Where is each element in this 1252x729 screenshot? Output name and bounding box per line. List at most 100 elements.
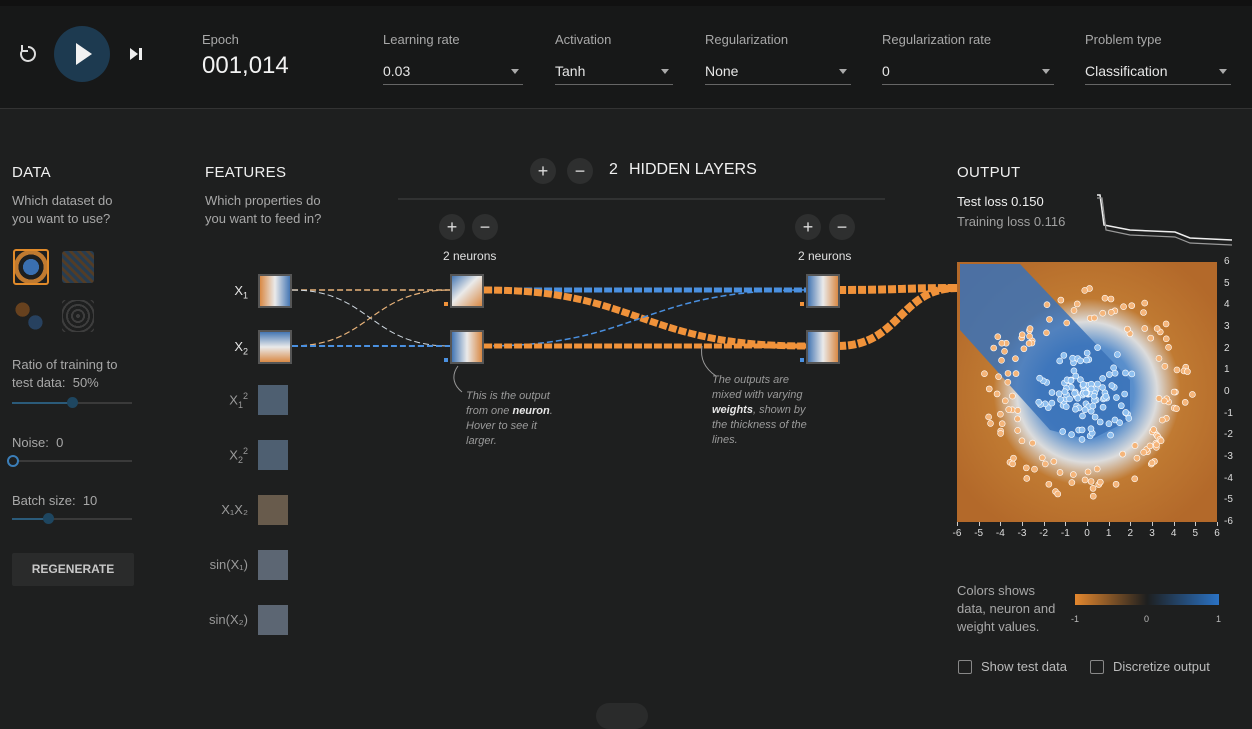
activation-select[interactable]: Tanh bbox=[555, 58, 673, 85]
regularization-rate-select[interactable]: 0 bbox=[882, 58, 1054, 85]
link-n1-m2 bbox=[483, 286, 807, 350]
scroll-hint[interactable] bbox=[596, 703, 648, 729]
data-point-blue bbox=[1043, 379, 1051, 386]
data-point-orange bbox=[1041, 460, 1049, 468]
x-tick-label: -1 bbox=[1060, 528, 1070, 539]
data-point-blue bbox=[1087, 407, 1095, 415]
data-point-orange bbox=[1152, 439, 1160, 447]
dataset-spiral[interactable] bbox=[62, 300, 94, 332]
note-arrow-neuron bbox=[453, 365, 463, 393]
data-point-orange bbox=[1050, 458, 1058, 465]
show-test-data-checkbox[interactable] bbox=[958, 660, 972, 674]
y-tick-label: -2 bbox=[1224, 429, 1233, 441]
dataset-gaussian[interactable] bbox=[13, 300, 45, 332]
batch-slider-knob[interactable] bbox=[43, 513, 54, 524]
problem-type-select[interactable]: Classification bbox=[1085, 58, 1231, 85]
hidden-layers-count: 2 bbox=[609, 161, 618, 178]
bias-l1-1 bbox=[444, 302, 448, 306]
data-point-blue bbox=[1094, 344, 1101, 351]
ratio-slider[interactable] bbox=[12, 397, 132, 408]
data-point-blue bbox=[1061, 388, 1069, 395]
data-point-blue bbox=[1121, 390, 1128, 398]
chevron-down-icon bbox=[839, 69, 847, 74]
remove-layer-button[interactable]: − bbox=[567, 158, 593, 184]
data-point-orange bbox=[1128, 302, 1136, 309]
y-tick-label: 1 bbox=[1224, 364, 1230, 376]
add-neuron-layer2-button[interactable]: + bbox=[795, 214, 821, 240]
data-point-blue bbox=[1096, 418, 1104, 426]
data-point-blue bbox=[1092, 396, 1100, 404]
chevron-down-icon bbox=[1219, 69, 1227, 74]
add-neuron-layer1-button[interactable]: + bbox=[439, 214, 465, 240]
data-point-orange bbox=[1093, 465, 1101, 473]
batch-label: Batch size: 10 bbox=[12, 493, 98, 508]
data-point-blue bbox=[1079, 391, 1086, 399]
dataset-circle[interactable] bbox=[13, 249, 49, 285]
discretize-output-label[interactable]: Discretize output bbox=[1113, 659, 1210, 674]
ratio-slider-knob[interactable] bbox=[67, 397, 78, 408]
data-point-blue bbox=[1082, 400, 1090, 408]
color-legend-bar bbox=[1075, 594, 1219, 605]
data-point-orange bbox=[1028, 337, 1036, 345]
x-tick-mark bbox=[1130, 522, 1132, 526]
output-decision-band bbox=[960, 264, 1130, 440]
y-tick-label: 4 bbox=[1224, 299, 1230, 311]
data-point-blue bbox=[1039, 377, 1047, 385]
data-point-orange bbox=[1026, 332, 1033, 340]
feature-label: X12 bbox=[229, 391, 248, 410]
bias-l2-1 bbox=[800, 302, 804, 306]
remove-neuron-layer1-button[interactable]: − bbox=[472, 214, 498, 240]
data-point-blue bbox=[1108, 382, 1116, 389]
data-point-blue bbox=[1037, 401, 1044, 408]
discretize-output-checkbox[interactable] bbox=[1090, 660, 1104, 674]
x-tick-mark bbox=[1065, 522, 1067, 526]
remove-neuron-layer2-button[interactable]: − bbox=[829, 214, 855, 240]
features-title: FEATURES bbox=[205, 164, 287, 181]
noise-slider[interactable] bbox=[7, 455, 132, 467]
x-tick-mark bbox=[1022, 522, 1023, 526]
data-point-blue bbox=[1084, 390, 1092, 398]
data-point-orange bbox=[1028, 339, 1036, 347]
learning-rate-select[interactable]: 0.03 bbox=[383, 58, 523, 85]
color-legend-text: Colors shows data, neuron and weight val… bbox=[957, 583, 1056, 634]
step-button[interactable] bbox=[126, 44, 146, 64]
data-point-orange bbox=[1162, 335, 1170, 343]
data-point-blue bbox=[1072, 372, 1080, 380]
x-tick-mark bbox=[1152, 522, 1153, 526]
batch-slider[interactable] bbox=[12, 513, 132, 524]
data-point-blue bbox=[1066, 377, 1073, 385]
feature-sinx1-node bbox=[258, 550, 288, 580]
data-point-orange bbox=[987, 420, 994, 427]
regenerate-button[interactable]: REGENERATE bbox=[12, 553, 134, 586]
data-point-blue bbox=[1105, 371, 1113, 378]
y-tick-label: 2 bbox=[1224, 342, 1230, 354]
data-point-orange bbox=[998, 339, 1006, 347]
data-point-blue bbox=[1122, 409, 1130, 416]
data-point-orange bbox=[1025, 340, 1033, 347]
add-layer-button[interactable]: + bbox=[530, 158, 556, 184]
data-point-orange bbox=[1087, 478, 1095, 485]
feature-sinx2-node bbox=[258, 605, 288, 635]
dataset-xor[interactable] bbox=[62, 251, 94, 283]
data-point-blue bbox=[1055, 390, 1063, 397]
noise-slider-knob[interactable] bbox=[7, 455, 19, 467]
reset-button[interactable] bbox=[16, 42, 42, 68]
regularization-select[interactable]: None bbox=[705, 58, 851, 85]
data-point-blue bbox=[1078, 436, 1086, 443]
feature-label: X₁X₂ bbox=[221, 502, 248, 517]
data-point-orange bbox=[1031, 465, 1038, 473]
data-point-blue bbox=[1079, 381, 1087, 389]
data-point-blue bbox=[1083, 356, 1090, 364]
data-point-orange bbox=[1182, 363, 1190, 371]
play-button[interactable] bbox=[54, 26, 110, 82]
data-point-blue bbox=[1083, 389, 1090, 397]
top-bar: Epoch 001,014 Learning rate 0.03 Activat… bbox=[0, 0, 1252, 109]
data-point-orange bbox=[1154, 433, 1162, 440]
data-point-orange bbox=[1141, 325, 1149, 332]
show-test-data-label[interactable]: Show test data bbox=[981, 659, 1067, 674]
data-point-blue bbox=[1074, 355, 1082, 362]
data-point-orange bbox=[1008, 406, 1016, 414]
data-point-blue bbox=[1091, 397, 1098, 404]
data-point-orange bbox=[1172, 388, 1179, 396]
x-tick-mark bbox=[957, 522, 958, 526]
